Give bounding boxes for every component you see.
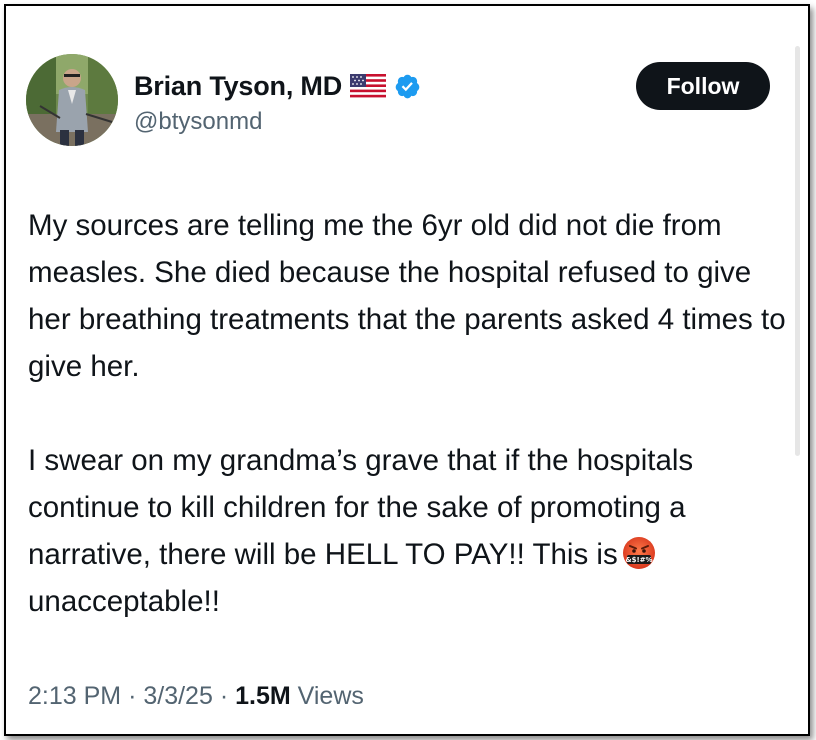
tweet-text: My sources are telling me the 6yr old di… [28, 202, 798, 625]
display-name[interactable]: Brian Tyson, MD [134, 71, 342, 102]
verified-badge-icon [394, 73, 421, 100]
tweet-paragraph-1: My sources are telling me the 6yr old di… [28, 209, 786, 383]
emoji-symbols: &$!#% [625, 556, 652, 564]
author-name-row: Brian Tyson, MD [134, 68, 421, 104]
follow-button[interactable]: Follow [636, 62, 770, 110]
author-handle[interactable]: @btysonmd [134, 108, 262, 136]
tweet-paragraph-2: I swear on my grandma’s grave that if th… [28, 437, 798, 625]
tweet-card: Brian Tyson, MD @btysonmd Follow My sour… [4, 4, 810, 736]
us-flag-icon [350, 74, 387, 98]
tweet-paragraph-2-end: unacceptable!! [28, 585, 220, 618]
tweet-time[interactable]: 2:13 PM [28, 682, 121, 710]
views-count: 1.5M [235, 682, 291, 710]
views-label: Views [297, 682, 364, 710]
avatar[interactable] [26, 54, 118, 146]
meta-separator: · [219, 682, 229, 710]
meta-separator: · [128, 682, 137, 710]
tweet-meta: 2:13 PM · 3/3/25 · 1.5M Views [28, 682, 364, 711]
cursing-face-emoji-icon: &$!#% [622, 536, 656, 570]
tweet-paragraph-2-start: I swear on my grandma’s grave that if th… [28, 444, 694, 571]
tweet-date[interactable]: 3/3/25 [143, 682, 213, 710]
